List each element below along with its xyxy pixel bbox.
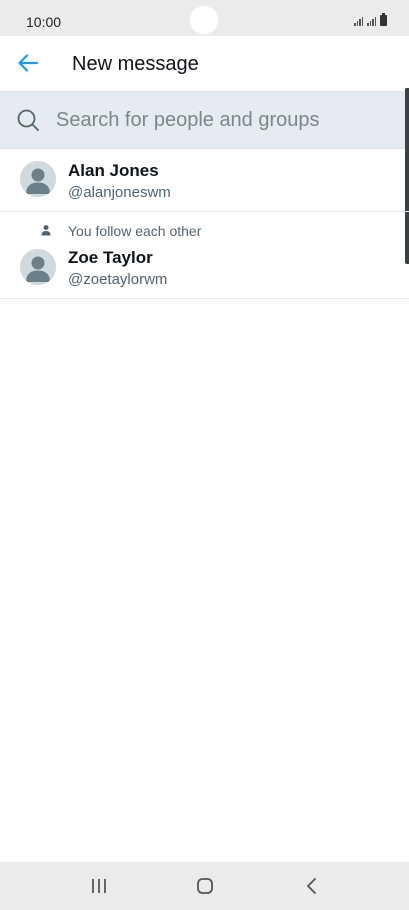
system-back-button[interactable] <box>300 874 324 898</box>
new-message-screen: 10:00 New message Search for people and … <box>0 0 409 910</box>
home-icon <box>197 878 213 894</box>
search-bar[interactable] <box>0 91 409 149</box>
status-icons <box>354 13 387 26</box>
follow-status: You follow each other <box>68 223 202 239</box>
camera-cutout <box>190 6 218 34</box>
recents-icon <box>92 879 106 893</box>
search-input[interactable] <box>56 104 386 136</box>
list-item-user[interactable]: Alan Jones @alanjoneswm <box>0 149 409 212</box>
back-button[interactable] <box>12 49 44 77</box>
header: New message <box>0 36 409 91</box>
search-icon <box>17 109 39 131</box>
default-avatar-icon <box>20 249 56 285</box>
system-nav-bar <box>0 862 409 910</box>
list-item-user[interactable]: You follow each other Zoe Taylor @zoetay… <box>0 212 409 299</box>
page-title: New message <box>72 53 199 75</box>
user-name: Alan Jones <box>68 161 159 180</box>
arrow-left-icon <box>18 54 38 72</box>
signal-icon <box>354 16 363 26</box>
user-handle: @zoetaylorwm <box>68 271 168 288</box>
avatar <box>20 161 56 197</box>
status-time: 10:00 <box>26 14 62 30</box>
signal-icon <box>367 16 376 26</box>
default-avatar-icon <box>20 161 56 197</box>
status-bar: 10:00 <box>0 0 409 36</box>
back-icon <box>307 878 316 894</box>
battery-icon <box>380 13 387 26</box>
person-icon <box>41 225 51 236</box>
user-name: Zoe Taylor <box>68 248 153 267</box>
recents-button[interactable] <box>87 874 111 898</box>
home-button[interactable] <box>193 874 217 898</box>
user-handle: @alanjoneswm <box>68 184 171 201</box>
avatar <box>20 249 56 285</box>
